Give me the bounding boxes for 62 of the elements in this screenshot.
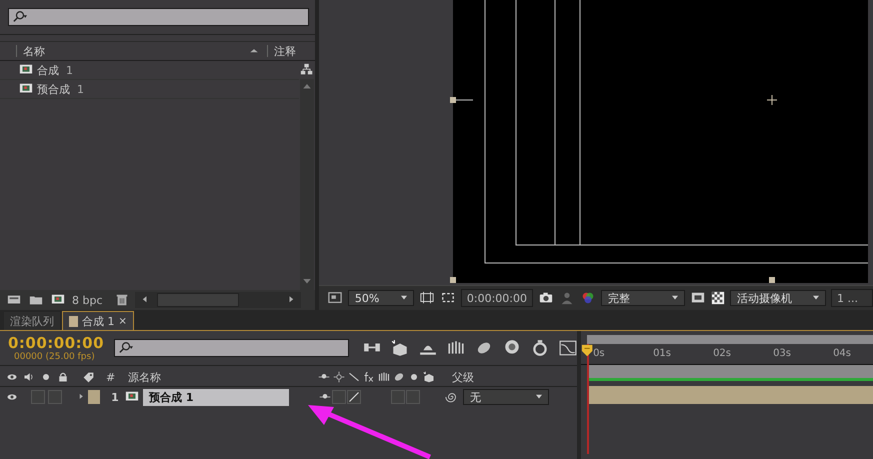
trash-icon[interactable] [114,293,129,307]
time-ruler-label: 04s [833,347,852,361]
layer-number: 1 [110,390,120,404]
stopwatch-icon[interactable] [531,339,550,357]
checkerboard-icon[interactable] [711,291,725,305]
search-icon[interactable] [118,341,134,355]
region-of-interest-icon[interactable] [440,291,456,305]
toggle-box[interactable] [48,390,62,404]
column-header: 源名称 [128,370,162,384]
audio-icon[interactable] [23,371,35,383]
3d-layer-icon[interactable] [423,371,435,383]
time-ruler-label: 03s [773,347,792,361]
column-header[interactable]: 名称 [16,45,267,57]
toggle-box[interactable] [406,390,420,404]
toggle-box[interactable] [391,390,405,404]
time-ruler-label: 01s [653,347,672,361]
effects-icon[interactable] [363,371,375,383]
scroll-thumb[interactable] [156,293,239,307]
label-color-swatch[interactable] [88,390,100,404]
toggle-box[interactable] [31,390,45,404]
search-field[interactable] [8,8,309,26]
horizontal-scrollbar[interactable] [134,292,301,308]
viewer-options-icon[interactable] [326,291,343,305]
solo-icon[interactable] [40,371,52,383]
zoom-dropdown[interactable]: 50% [348,290,414,306]
close-button[interactable]: × [118,316,127,326]
graph-editor-icon[interactable] [559,339,578,357]
project-item[interactable]: 预合成 1 [0,80,299,99]
frame-info: 00000 (25.00 fps) [14,352,96,362]
panel-tab[interactable]: 渲染队列 [4,312,60,330]
resolution-dropdown[interactable]: 完整 [601,290,685,306]
frame-icon[interactable] [690,291,706,305]
camera-dropdown[interactable]: 活动摄像机 [730,290,826,306]
search-icon[interactable] [12,10,28,24]
panel-tab[interactable]: 合成 1 × [62,311,134,330]
column-header: 父级 [452,370,474,384]
layer-handle[interactable] [450,97,456,103]
lock-icon[interactable] [57,371,69,383]
cube-icon[interactable] [391,339,410,357]
current-time[interactable]: 0:00:00:00 [8,334,104,352]
channels-icon[interactable] [580,291,596,305]
composition-swatch [69,316,78,326]
timecode-field[interactable]: 0:00:00:00 [460,289,533,307]
column-header: # [106,370,116,384]
parent-dropdown[interactable]: 无 [463,389,549,405]
project-item[interactable]: 合成 1 [0,61,299,80]
label-icon[interactable] [82,370,95,384]
view-layout-field[interactable]: 1 ... [831,289,873,307]
layer-name[interactable]: 预合成 1 [143,388,289,406]
time-ruler-label: 0s [593,347,606,361]
color-depth-label[interactable]: 8 bpc [72,294,103,306]
flowchart-icon[interactable] [300,63,314,77]
playhead-icon[interactable] [581,344,596,358]
layer-handle[interactable] [450,277,456,283]
time-ruler-label: 02s [713,347,732,361]
pick-whip-icon[interactable] [445,390,459,404]
vertical-scrollbar[interactable] [300,79,314,290]
column-header[interactable]: 注释 [267,45,296,57]
search-field[interactable] [114,339,350,357]
toggle-box[interactable] [332,390,346,404]
grid-icon[interactable] [418,291,435,305]
snapshot-icon[interactable] [538,291,554,305]
